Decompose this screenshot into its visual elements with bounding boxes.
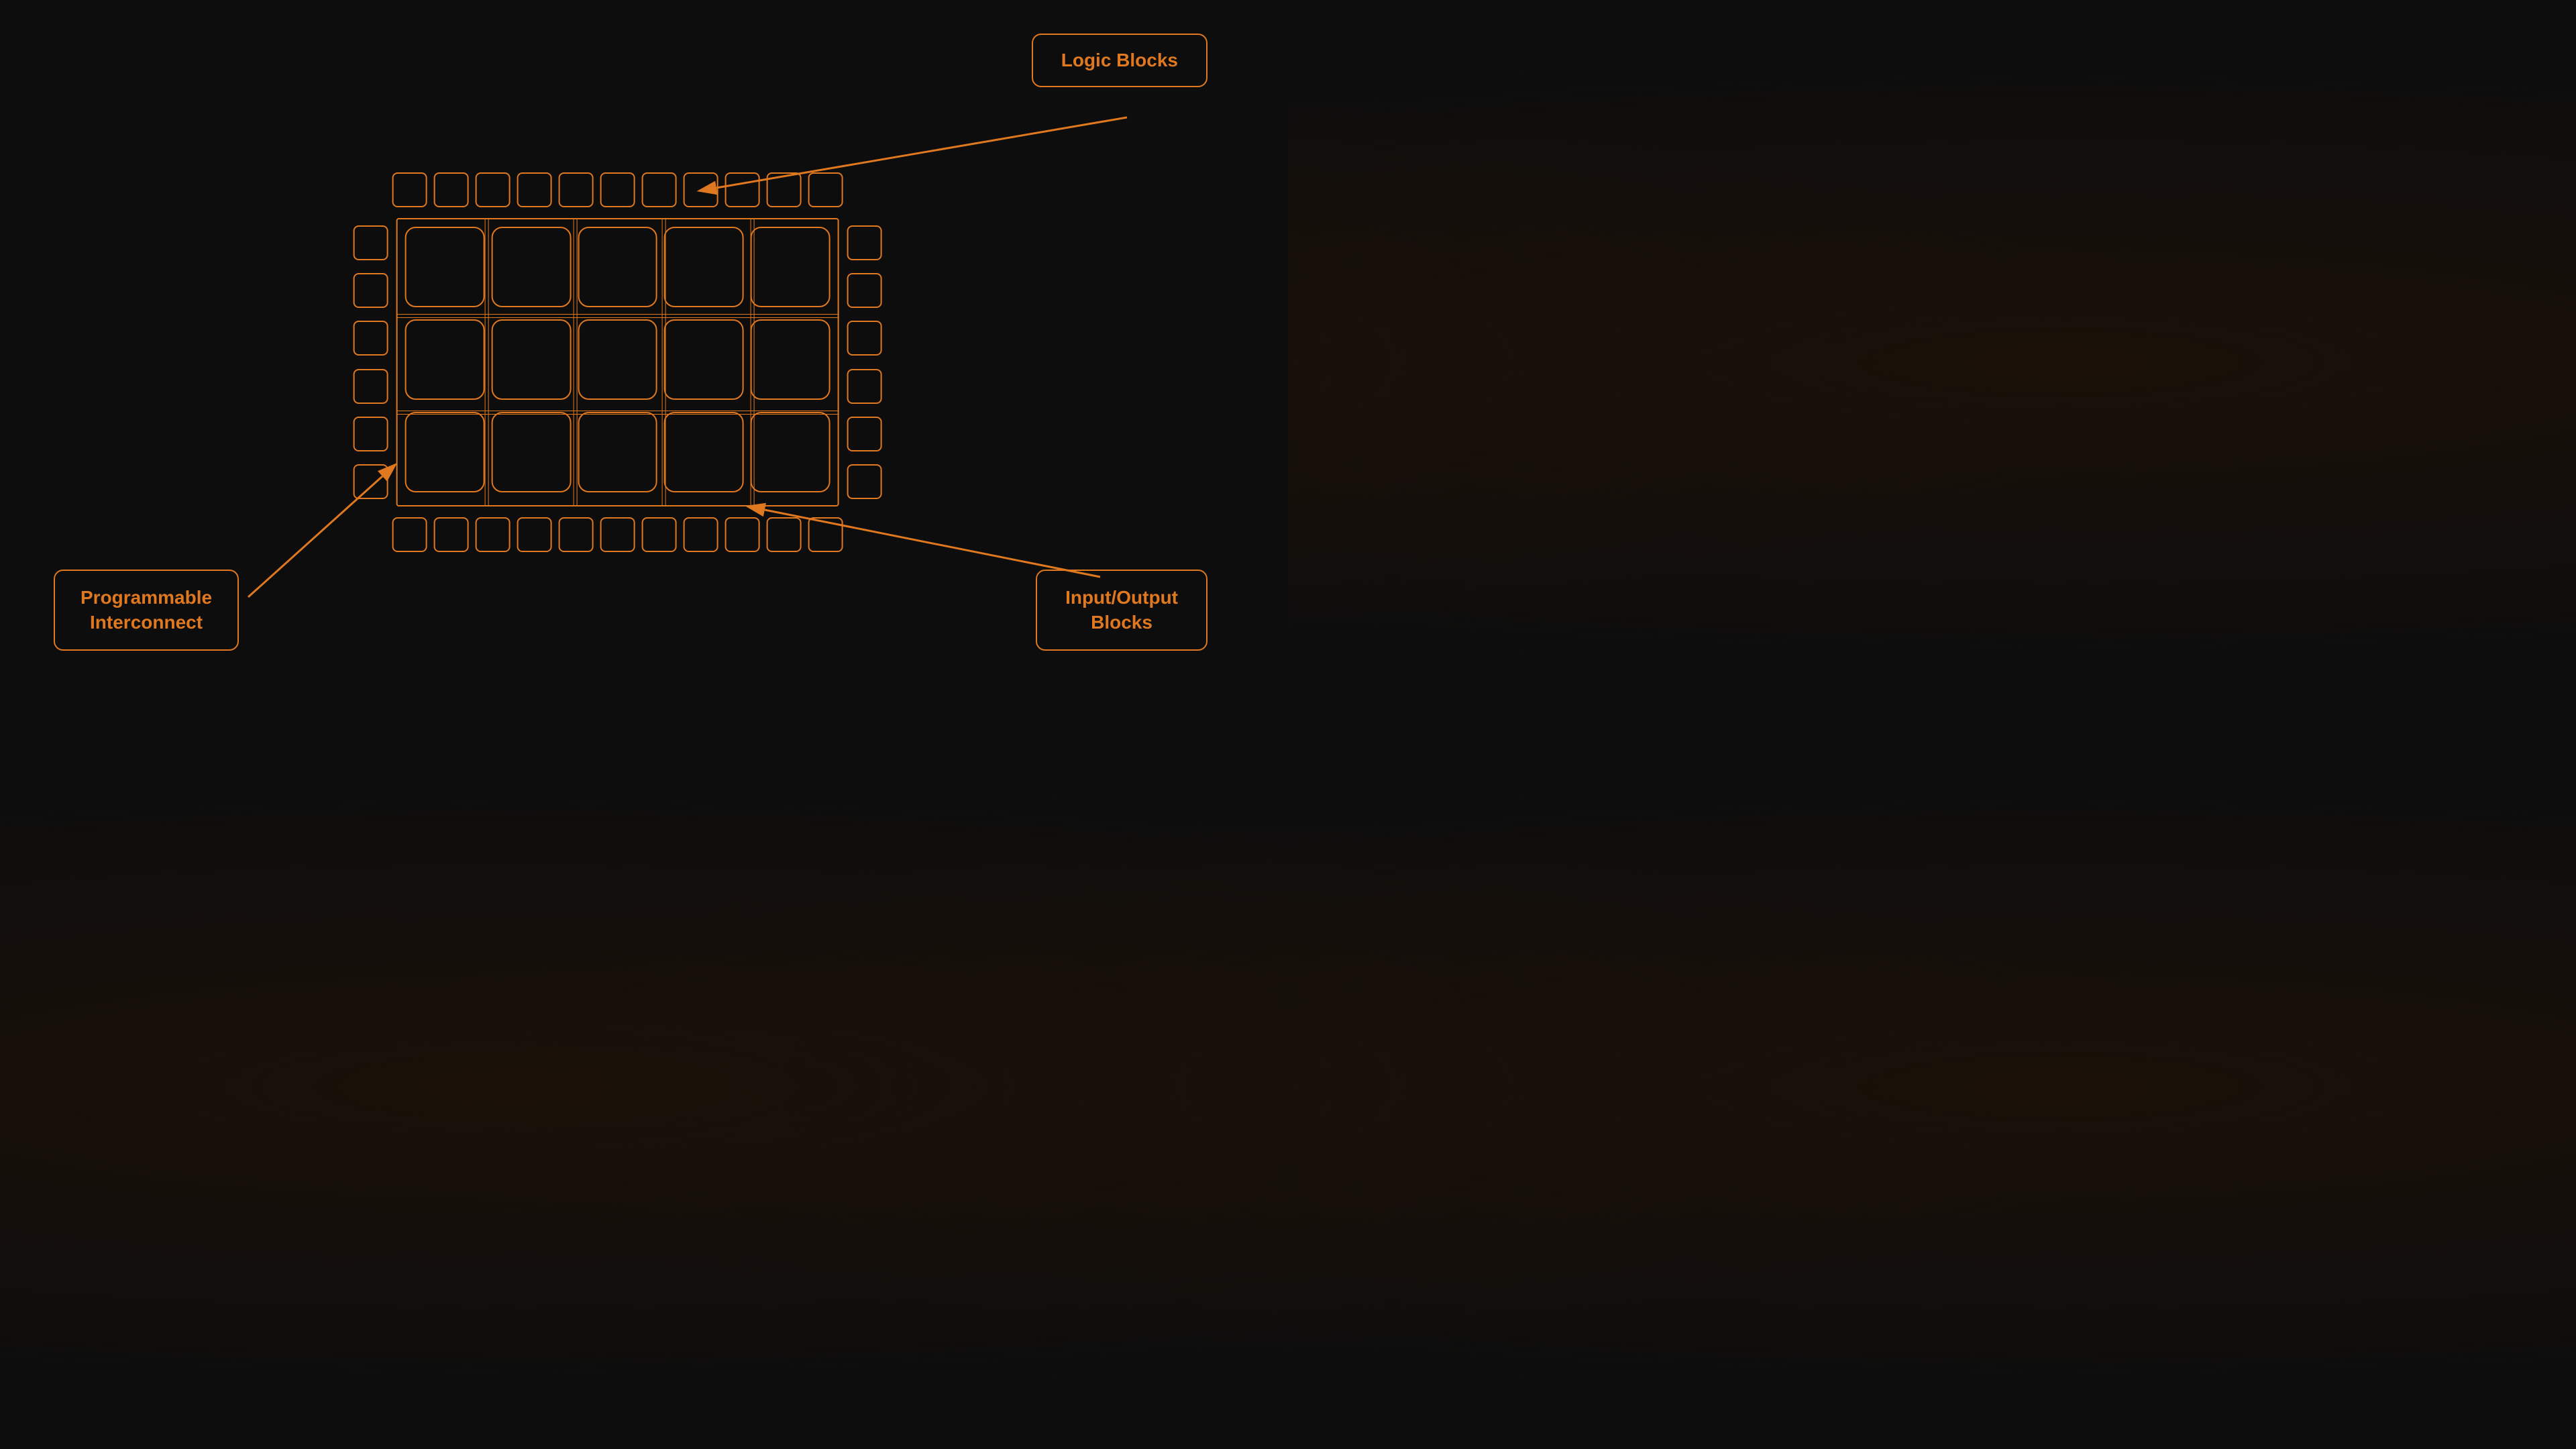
logic-block: [578, 412, 657, 492]
logic-block: [578, 227, 657, 307]
top-io-block: [725, 172, 760, 207]
logic-block: [405, 227, 485, 307]
bottom-io-block: [767, 517, 802, 552]
logic-block: [578, 319, 657, 400]
left-io-block: [354, 417, 388, 451]
top-io-row: [354, 172, 882, 207]
logic-block: [751, 319, 830, 400]
left-io-block: [354, 321, 388, 356]
left-io-block: [354, 225, 388, 260]
left-io-col: [354, 218, 396, 506]
bottom-io-block: [517, 517, 552, 552]
left-io-block: [354, 273, 388, 308]
logic-block: [491, 412, 571, 492]
logic-blocks-grid: [396, 218, 839, 506]
bottom-io-block: [434, 517, 469, 552]
io-blocks-label-2: Blocks: [1065, 610, 1178, 635]
top-io-block: [600, 172, 635, 207]
programmable-interconnect-label-2: Interconnect: [80, 610, 212, 635]
logic-block: [664, 227, 744, 307]
io-blocks-label-1: Input/Output: [1065, 586, 1178, 610]
right-io-block: [847, 321, 882, 356]
logic-blocks-callout: Logic Blocks: [1032, 34, 1208, 87]
top-io-block: [434, 172, 469, 207]
bottom-io-block: [392, 517, 427, 552]
logic-block: [405, 412, 485, 492]
bottom-io-block: [808, 517, 843, 552]
right-io-block: [847, 464, 882, 499]
right-io-block: [847, 273, 882, 308]
logic-block: [664, 412, 744, 492]
logic-grid-area: [396, 218, 839, 506]
logic-block: [405, 319, 485, 400]
programmable-interconnect-callout: Programmable Interconnect: [54, 570, 239, 651]
right-io-block: [847, 225, 882, 260]
top-io-block: [684, 172, 718, 207]
right-io-block: [847, 369, 882, 404]
logic-block: [491, 319, 571, 400]
bottom-io-block: [559, 517, 594, 552]
logic-block: [751, 227, 830, 307]
top-io-block: [517, 172, 552, 207]
bottom-io-block: [600, 517, 635, 552]
bottom-io-block: [725, 517, 760, 552]
bottom-io-block: [476, 517, 511, 552]
left-io-block: [354, 464, 388, 499]
logic-block: [751, 412, 830, 492]
right-io-col: [839, 218, 882, 506]
top-io-block: [642, 172, 677, 207]
top-io-block: [767, 172, 802, 207]
bottom-io-block: [642, 517, 677, 552]
programmable-interconnect-label-1: Programmable: [80, 586, 212, 610]
logic-block: [664, 319, 744, 400]
bottom-io-row: [354, 517, 882, 552]
left-io-block: [354, 369, 388, 404]
right-io-block: [847, 417, 882, 451]
top-io-block: [559, 172, 594, 207]
logic-blocks-label: Logic Blocks: [1061, 50, 1178, 70]
top-io-block: [392, 172, 427, 207]
top-io-block: [476, 172, 511, 207]
io-blocks-callout: Input/Output Blocks: [1036, 570, 1208, 651]
logic-block: [491, 227, 571, 307]
bottom-io-block: [684, 517, 718, 552]
top-io-block: [808, 172, 843, 207]
